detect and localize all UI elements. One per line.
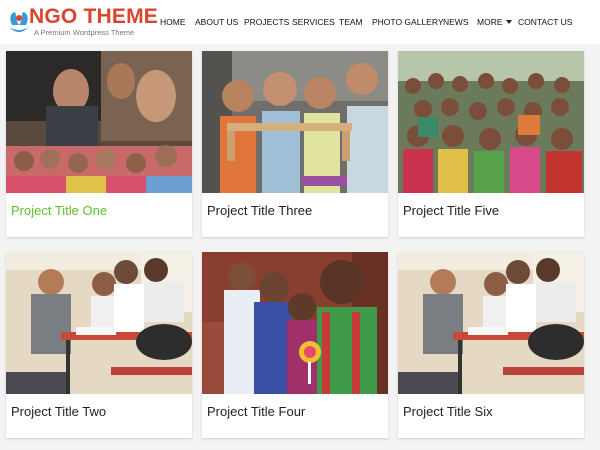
nav-item-more-label: MORE bbox=[477, 17, 503, 27]
project-title-link[interactable]: Project Title Five bbox=[403, 203, 499, 219]
project-title-link[interactable]: Project Title One bbox=[11, 203, 107, 219]
project-image-film-poster[interactable] bbox=[6, 51, 192, 193]
site-header: NGO THEME A Premium Wordpress Theme HOME… bbox=[0, 0, 600, 44]
nav-item-home[interactable]: HOME bbox=[160, 17, 186, 28]
project-title-link[interactable]: Project Title Two bbox=[11, 404, 106, 420]
nav-item-news[interactable]: NEWS bbox=[443, 17, 469, 28]
main-nav: HOME ABOUT US PROJECTS SERVICES TEAM PHO… bbox=[0, 0, 600, 44]
nav-item-more[interactable]: MORE bbox=[477, 17, 512, 28]
nav-item-about-us[interactable]: ABOUT US bbox=[195, 17, 238, 28]
project-card[interactable]: Project Title Two bbox=[6, 252, 192, 438]
nav-item-photo-gallery[interactable]: PHOTO GALLERY bbox=[372, 17, 444, 28]
project-card[interactable]: Project Title Four bbox=[202, 252, 388, 438]
project-card[interactable]: Project Title Three bbox=[202, 51, 388, 237]
project-image-children-frame[interactable] bbox=[202, 51, 388, 193]
project-card[interactable]: Project Title One bbox=[6, 51, 192, 237]
project-image-classroom-students[interactable] bbox=[6, 252, 192, 394]
nav-item-team[interactable]: TEAM bbox=[339, 17, 363, 28]
project-title-link[interactable]: Project Title Three bbox=[207, 203, 312, 219]
project-card[interactable]: Project Title Five bbox=[398, 51, 584, 237]
project-title-link[interactable]: Project Title Four bbox=[207, 404, 305, 420]
project-image-children-lollipop[interactable] bbox=[202, 252, 388, 394]
nav-item-services[interactable]: SERVICES bbox=[292, 17, 335, 28]
project-image-classroom-students[interactable] bbox=[398, 252, 584, 394]
nav-item-projects[interactable]: PROJECTS bbox=[244, 17, 289, 28]
project-image-crowd-of-children[interactable] bbox=[398, 51, 584, 193]
project-title-link[interactable]: Project Title Six bbox=[403, 404, 493, 420]
project-card[interactable]: Project Title Six bbox=[398, 252, 584, 438]
chevron-down-icon bbox=[505, 20, 512, 24]
nav-item-contact-us[interactable]: CONTACT US bbox=[518, 17, 572, 28]
